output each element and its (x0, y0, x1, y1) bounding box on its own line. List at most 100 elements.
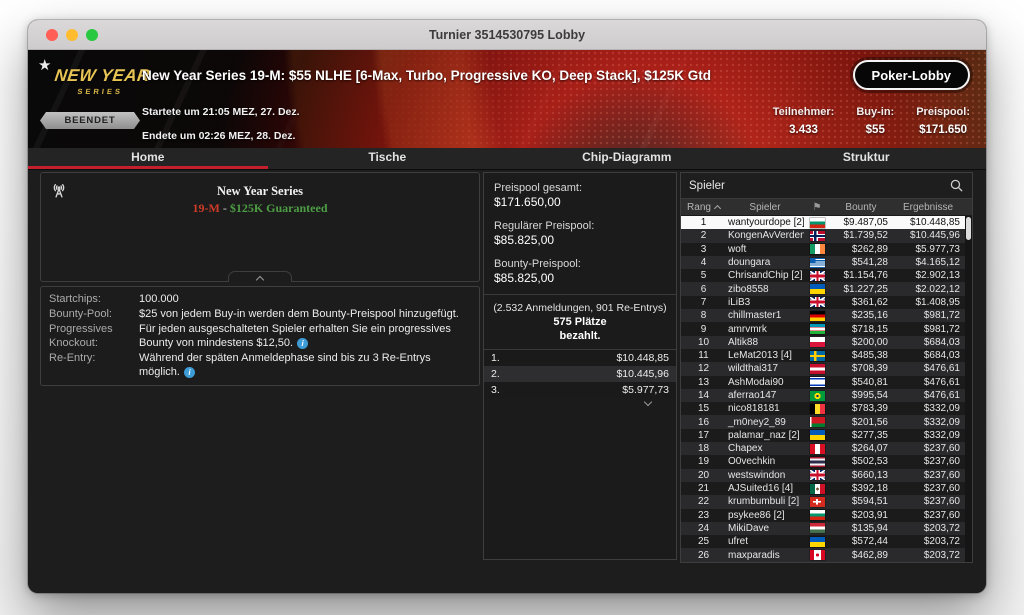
player-row-24[interactable]: 24MikiDave$135,94$203,72 (681, 522, 972, 535)
player-row-9[interactable]: 9amrvmrk$718,15$981,72 (681, 322, 972, 335)
payout-rank: 3. (491, 384, 500, 396)
player-rank: 11 (681, 350, 726, 361)
payout-amount: $10.448,85 (616, 352, 669, 364)
column-header-rank[interactable]: Rang (681, 202, 726, 213)
player-row-4[interactable]: 4doungara$541,28$4.165,12 (681, 256, 972, 269)
end-time: Endete um 02:26 MEZ, 28. Dez. (142, 130, 295, 142)
player-row-8[interactable]: 8chillmaster1$235,16$981,72 (681, 309, 972, 322)
banner-stat-label: Teilnehmer: (773, 106, 835, 118)
flag-icon-ie (810, 244, 825, 254)
player-rank: 25 (681, 536, 726, 547)
tab-home[interactable]: Home (28, 148, 268, 169)
column-header-bounty[interactable]: Bounty (830, 202, 892, 213)
player-result: $684,03 (892, 350, 964, 361)
payout-amount: $10.445,96 (616, 368, 669, 380)
player-row-26[interactable]: 26maxparadis$462,89$203,72 (681, 548, 972, 561)
player-row-17[interactable]: 17palamar_naz [2]$277,35$332,09 (681, 429, 972, 442)
flag-icon-th (810, 457, 825, 467)
player-name: Altik88 (726, 337, 804, 348)
payout-row-2: 2.$10.445,96 (484, 366, 676, 382)
info-icon[interactable]: i (297, 338, 308, 349)
player-bounty: $485,38 (830, 350, 892, 361)
players-scrollbar-thumb[interactable] (966, 217, 971, 240)
players-scrollbar-track (965, 216, 972, 562)
player-row-25[interactable]: 25ufret$572,44$203,72 (681, 535, 972, 548)
player-row-15[interactable]: 15nico818181$783,39$332,09 (681, 402, 972, 415)
collapse-announcement-button[interactable] (228, 271, 292, 282)
tab-bar: HomeTischeChip-DiagrammStruktur (28, 148, 986, 170)
player-row-23[interactable]: 23psykee86 [2]$203,91$237,60 (681, 509, 972, 522)
player-row-13[interactable]: 13AshModai90$540,81$476,61 (681, 376, 972, 389)
players-table-header: Rang Spieler ⚑ Bounty Ergebnisse (681, 199, 972, 216)
player-row-12[interactable]: 12wildthai317$708,39$476,61 (681, 362, 972, 375)
close-button[interactable] (46, 29, 58, 41)
detail-value-0: 100.000 (139, 292, 471, 306)
player-flag-cell (804, 324, 830, 334)
player-row-18[interactable]: 18Chapex$264,07$237,60 (681, 442, 972, 455)
player-row-5[interactable]: 5ChrisandChip [2]$1.154,76$2.902,13 (681, 269, 972, 282)
poker-lobby-button[interactable]: Poker-Lobby (853, 60, 970, 90)
player-row-19[interactable]: 19O0vechkin$502,53$237,60 (681, 455, 972, 468)
search-icon[interactable] (949, 178, 964, 193)
player-bounty: $1.154,76 (830, 270, 892, 281)
tab-tische[interactable]: Tische (268, 148, 508, 169)
player-result: $981,72 (892, 324, 964, 335)
flag-column-icon[interactable]: ⚑ (804, 202, 830, 213)
player-row-20[interactable]: 20westswindon$660,13$237,60 (681, 469, 972, 482)
player-flag-cell (804, 470, 830, 480)
tab-chip-diagramm[interactable]: Chip-Diagramm (507, 148, 747, 169)
chevron-down-icon (644, 398, 652, 406)
player-row-1[interactable]: 1wantyourdope [2]$9.487,05$10.448,85 (681, 216, 972, 229)
player-row-16[interactable]: 16_m0ney2_89$201,56$332,09 (681, 415, 972, 428)
player-name: nico818181 (726, 403, 804, 414)
player-row-14[interactable]: 14aferrao147$995,54$476,61 (681, 389, 972, 402)
banner-stat-label: Buy-in: (856, 106, 894, 118)
player-rank: 5 (681, 270, 726, 281)
player-bounty: $203,91 (830, 510, 892, 521)
total-prizepool-value: $171.650,00 (494, 195, 666, 210)
zoom-button[interactable] (86, 29, 98, 41)
player-bounty: $541,28 (830, 257, 892, 268)
titlebar[interactable]: Turnier 3514530795 Lobby (28, 20, 986, 50)
bounty-prizepool-label: Bounty-Preispool: (494, 257, 604, 271)
player-row-10[interactable]: 10Altik88$200,00$684,03 (681, 336, 972, 349)
player-row-22[interactable]: 22krumbumbuli [2]$594,51$237,60 (681, 495, 972, 508)
player-row-21[interactable]: 21AJSuited16 [4]$392,18$237,60 (681, 482, 972, 495)
player-result: $476,61 (892, 390, 964, 401)
payout-row-1: 1.$10.448,85 (484, 350, 676, 366)
player-result: $203,72 (892, 523, 964, 534)
flag-icon-pl (810, 337, 825, 347)
player-rank: 2 (681, 230, 726, 241)
start-time: Startete um 21:05 MEZ, 27. Dez. (142, 106, 300, 118)
player-rank: 8 (681, 310, 726, 321)
tab-struktur[interactable]: Struktur (747, 148, 987, 169)
sort-ascending-icon (714, 205, 721, 212)
player-row-6[interactable]: 6zibo8558$1.227,25$2.022,12 (681, 282, 972, 295)
banner-stat-2: Preispool:$171.650 (916, 106, 970, 136)
player-row-11[interactable]: 11LeMat2013 [4]$485,38$684,03 (681, 349, 972, 362)
player-rank: 1 (681, 217, 726, 228)
banner-stat-value: $171.650 (919, 124, 967, 136)
player-flag-cell (804, 417, 830, 427)
column-header-results[interactable]: Ergebnisse (892, 202, 964, 213)
player-flag-cell (804, 510, 830, 520)
payout-list: 1.$10.448,852.$10.445,963.$5.977,73 (484, 349, 676, 398)
player-flag-cell (804, 457, 830, 467)
info-icon[interactable]: i (184, 367, 195, 378)
new-year-series-logo: NEW YEAR SERIES (52, 66, 152, 96)
player-row-3[interactable]: 3woft$262,89$5.977,73 (681, 243, 972, 256)
column-header-player[interactable]: Spieler (726, 202, 804, 213)
player-row-7[interactable]: 7iLiB3$361,62$1.408,95 (681, 296, 972, 309)
minimize-button[interactable] (66, 29, 78, 41)
expand-payouts-button[interactable] (628, 399, 668, 409)
player-search-input[interactable] (689, 180, 949, 192)
player-rank: 6 (681, 284, 726, 295)
player-row-2[interactable]: 2KongenAvVerden$1.739,52$10.445,96 (681, 229, 972, 242)
player-result: $332,09 (892, 417, 964, 428)
favorite-star-icon[interactable]: ★ (38, 56, 51, 74)
player-rank: 16 (681, 417, 726, 428)
player-name: ChrisandChip [2] (726, 270, 804, 281)
player-bounty: $708,39 (830, 363, 892, 374)
player-bounty: $262,89 (830, 244, 892, 255)
player-bounty: $201,56 (830, 417, 892, 428)
